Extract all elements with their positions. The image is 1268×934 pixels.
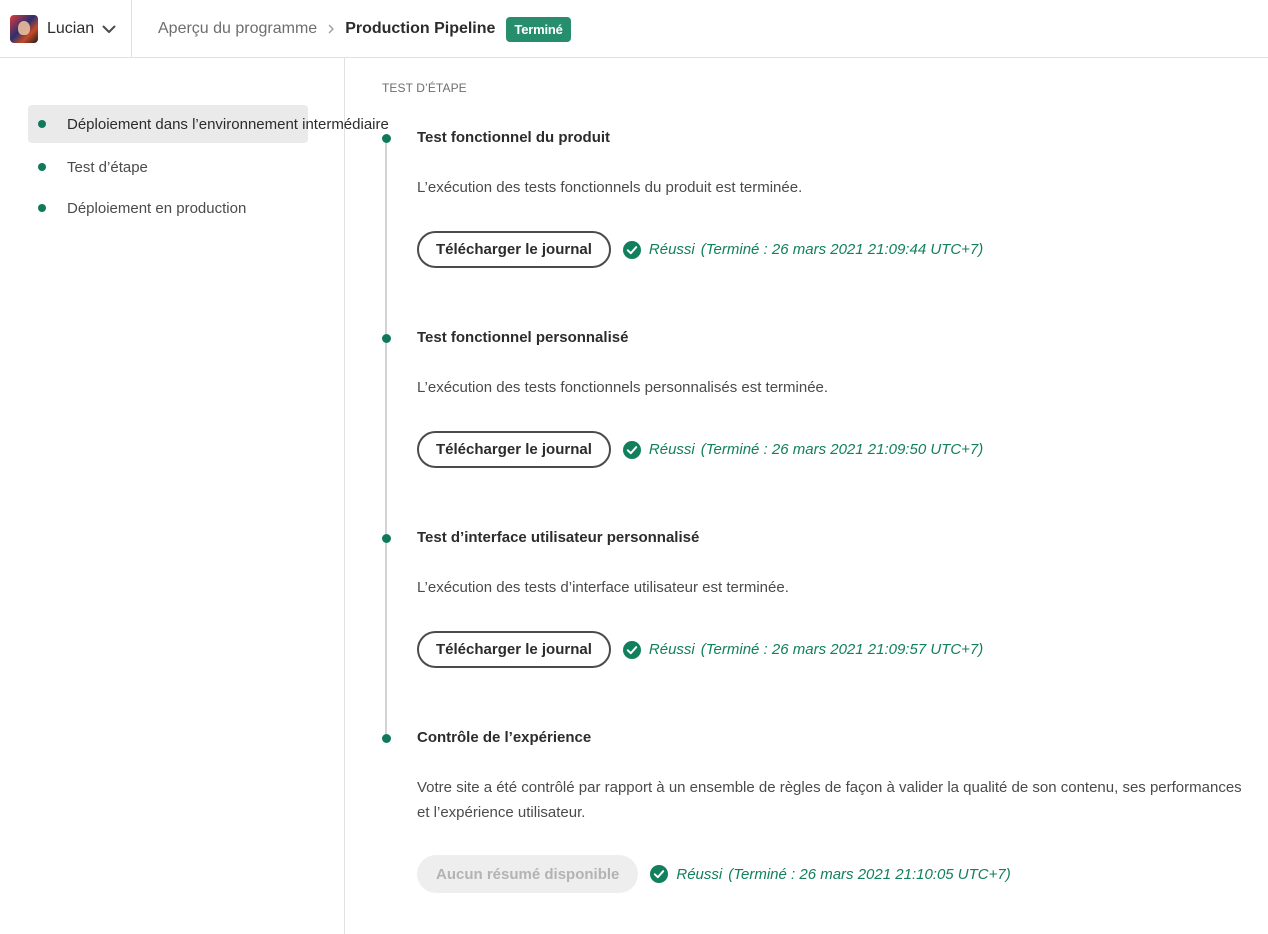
- org-name: Lucian: [47, 20, 95, 37]
- step-title: Test fonctionnel personnalisé: [417, 329, 629, 346]
- check-circle-icon: [622, 240, 641, 259]
- step-actions: Aucun résumé disponible Réussi (Terminé …: [417, 855, 1011, 893]
- step-description: L’exécution des tests fonctionnels du pr…: [417, 179, 803, 196]
- check-circle-icon: [622, 640, 641, 659]
- step-description: Votre site a été contrôlé par rapport à …: [417, 779, 1242, 821]
- step-title: Contrôle de l’expérience: [417, 729, 592, 746]
- sidebar-item-label: Test d’étape: [67, 158, 148, 176]
- step-status: Réussi (Terminé : 26 mars 2021 21:10:05 …: [650, 865, 1011, 883]
- chevron-down-icon: [102, 25, 116, 33]
- topbar-divider: [131, 0, 132, 58]
- timeline-dot: [382, 734, 391, 743]
- status-badge: Terminé: [506, 16, 571, 42]
- check-circle-icon: [622, 440, 641, 459]
- main-content: TEST D’ÉTAPE Test fonctionnel du produit…: [346, 58, 1268, 934]
- step-status: Réussi (Terminé : 26 mars 2021 21:09:57 …: [622, 640, 984, 659]
- org-avatar: [10, 15, 38, 43]
- check-circle-icon: [650, 865, 669, 883]
- status-timestamp: (Terminé : 26 mars 2021 21:10:05 UTC+7): [728, 865, 1011, 883]
- download-log-button[interactable]: Télécharger le journal: [417, 431, 611, 468]
- status-label: Réussi: [648, 241, 695, 258]
- sidebar-item-stage-testing[interactable]: Test d’étape: [28, 148, 308, 186]
- timeline-line: [385, 138, 387, 738]
- step-description: L’exécution des tests fonctionnels perso…: [417, 379, 829, 396]
- chevron-right-icon: [328, 24, 335, 34]
- pipeline-steps-sidebar: Déploiement dans l’environnement intermé…: [0, 58, 389, 934]
- sidebar-item-label: Déploiement dans l’environnement intermé…: [67, 115, 389, 133]
- status-label: Réussi: [648, 641, 695, 658]
- download-log-button[interactable]: Télécharger le journal: [417, 231, 611, 268]
- breadcrumb: Aperçu du programme Production Pipeline …: [158, 16, 571, 42]
- timeline-dot: [382, 534, 391, 543]
- status-timestamp: (Terminé : 26 mars 2021 21:09:44 UTC+7): [700, 241, 984, 258]
- timeline-dot: [382, 134, 391, 143]
- no-summary-button: Aucun résumé disponible: [417, 855, 639, 893]
- status-timestamp: (Terminé : 26 mars 2021 21:09:57 UTC+7): [700, 641, 984, 658]
- section-title: TEST D’ÉTAPE: [382, 81, 467, 95]
- timeline-dot: [382, 334, 391, 343]
- step-actions: Télécharger le journal Réussi (Terminé :…: [417, 431, 983, 468]
- top-bar: Lucian Aperçu du programme Production Pi…: [0, 0, 1268, 58]
- status-dot-icon: [38, 120, 46, 128]
- sidebar-item-label: Déploiement en production: [67, 199, 247, 217]
- step-actions: Télécharger le journal Réussi (Terminé :…: [417, 231, 983, 268]
- step-status: Réussi (Terminé : 26 mars 2021 21:09:50 …: [622, 440, 984, 459]
- breadcrumb-program-overview[interactable]: Aperçu du programme: [158, 20, 317, 38]
- status-label: Réussi: [648, 441, 695, 458]
- step-actions: Télécharger le journal Réussi (Terminé :…: [417, 631, 983, 668]
- step-status: Réussi (Terminé : 26 mars 2021 21:09:44 …: [622, 240, 984, 259]
- sidebar-item-production-deployment[interactable]: Déploiement en production: [28, 189, 308, 227]
- status-dot-icon: [38, 204, 46, 212]
- download-log-button[interactable]: Télécharger le journal: [417, 631, 611, 668]
- status-timestamp: (Terminé : 26 mars 2021 21:09:50 UTC+7): [700, 441, 984, 458]
- step-title: Test d’interface utilisateur personnalis…: [417, 529, 700, 546]
- status-label: Réussi: [676, 865, 723, 883]
- step-title: Test fonctionnel du produit: [417, 129, 611, 146]
- breadcrumb-current-pipeline: Production Pipeline: [345, 20, 496, 37]
- status-dot-icon: [38, 163, 46, 171]
- step-description: L’exécution des tests d’interface utilis…: [417, 579, 789, 596]
- org-switcher[interactable]: Lucian: [10, 14, 116, 44]
- sidebar-item-stage-deployment[interactable]: Déploiement dans l’environnement intermé…: [28, 105, 389, 143]
